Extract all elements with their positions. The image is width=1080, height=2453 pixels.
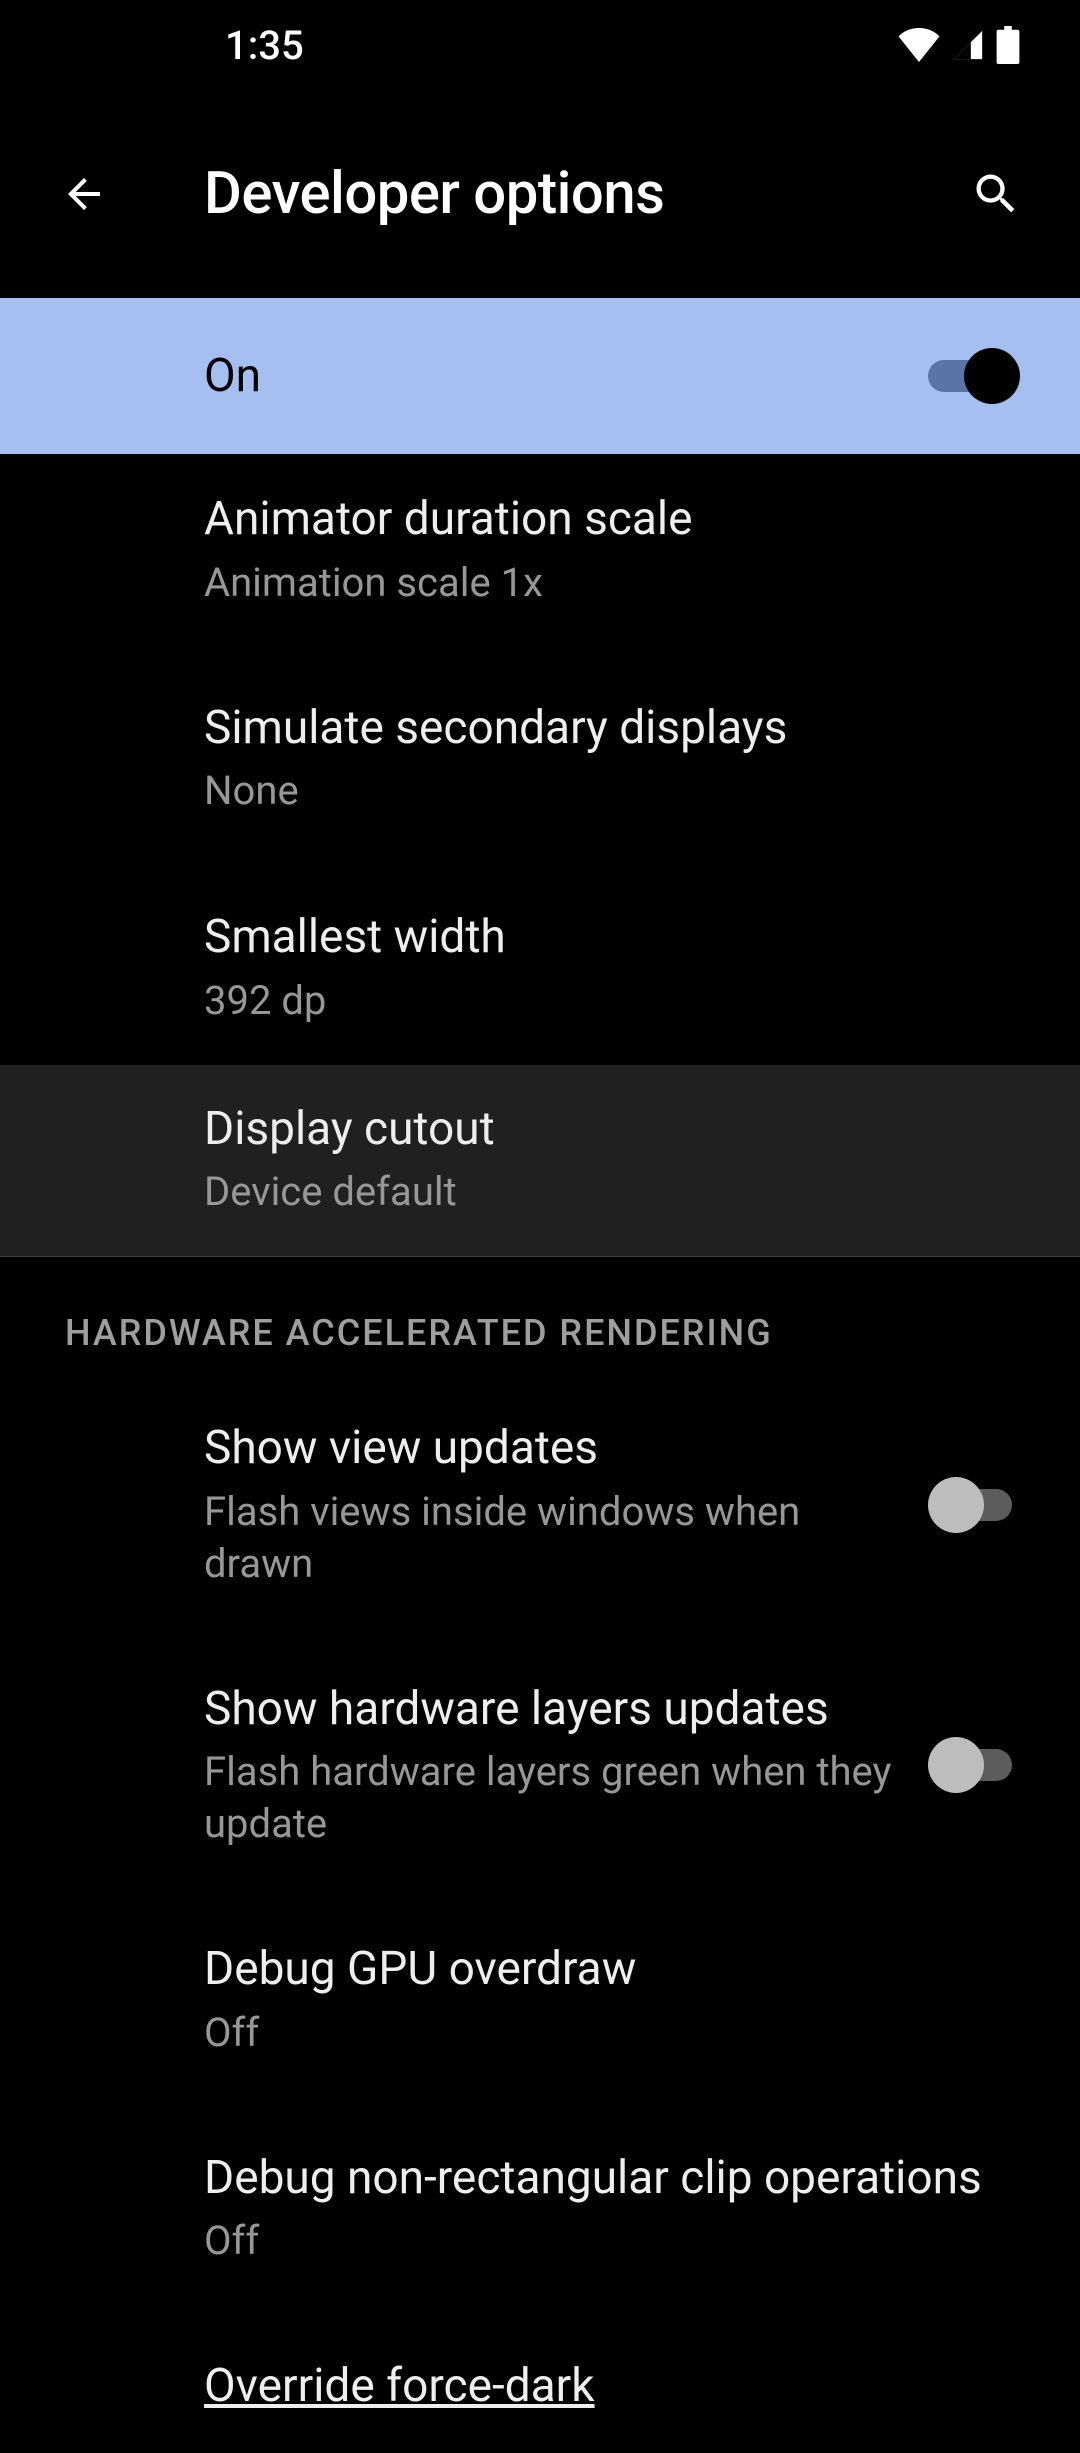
setting-title: Debug non-rectangular clip operations (204, 2150, 1024, 2208)
setting-title: Debug GPU overdraw (204, 1941, 1024, 1999)
setting-debug-gpu-overdraw[interactable]: Debug GPU overdraw Off (0, 1887, 1080, 2096)
setting-animator-duration-scale[interactable]: Animator duration scale Animation scale … (0, 454, 1080, 646)
status-icons (898, 26, 1020, 64)
search-icon (970, 168, 1022, 220)
setting-title: Smallest width (204, 909, 1024, 967)
setting-subtitle: Device default (204, 1166, 1024, 1218)
battery-icon (996, 26, 1020, 64)
toggle-show-view-updates[interactable] (928, 1477, 1024, 1533)
back-button[interactable] (54, 164, 114, 224)
setting-title: Show view updates (204, 1420, 898, 1478)
setting-subtitle: Off (204, 2007, 1024, 2059)
section-header-hardware-rendering: HARDWARE ACCELERATED RENDERING (0, 1257, 1080, 1390)
toggle-show-hardware-layers-updates[interactable] (928, 1737, 1024, 1793)
arrow-back-icon (60, 170, 108, 218)
setting-show-view-updates[interactable]: Show view updates Flash views inside win… (0, 1390, 1080, 1627)
wifi-icon (898, 28, 940, 62)
setting-display-cutout[interactable]: Display cutout Device default (0, 1065, 1080, 1258)
setting-smallest-width[interactable]: Smallest width 392 dp (0, 855, 1080, 1065)
setting-simulate-secondary-displays[interactable]: Simulate secondary displays None (0, 646, 1080, 856)
settings-list: Animator duration scale Animation scale … (0, 454, 1080, 2453)
app-bar: Developer options (0, 90, 1080, 298)
setting-subtitle: None (204, 765, 1024, 817)
setting-title: Show hardware layers updates (204, 1681, 898, 1739)
search-button[interactable] (966, 164, 1026, 224)
setting-override-force-dark[interactable]: Override force-dark (0, 2304, 1080, 2453)
setting-title: Simulate secondary displays (204, 700, 1024, 758)
master-toggle-row[interactable]: On (0, 298, 1080, 454)
master-toggle-label: On (204, 349, 261, 403)
setting-subtitle: Flash views inside windows when drawn (204, 1486, 898, 1590)
setting-subtitle: Off (204, 2215, 1024, 2267)
status-time: 1:35 (225, 22, 304, 69)
setting-subtitle: Flash hardware layers green when they up… (204, 1746, 898, 1850)
page-title: Developer options (204, 160, 966, 228)
master-toggle-switch[interactable] (928, 348, 1024, 404)
setting-subtitle: Animation scale 1x (204, 557, 1024, 609)
setting-title: Override force-dark (204, 2358, 1024, 2416)
setting-show-hardware-layers-updates[interactable]: Show hardware layers updates Flash hardw… (0, 1627, 1080, 1888)
setting-debug-non-rectangular-clip[interactable]: Debug non-rectangular clip operations Of… (0, 2096, 1080, 2305)
setting-title: Animator duration scale (204, 491, 1024, 549)
status-bar: 1:35 (0, 0, 1080, 90)
setting-title: Display cutout (204, 1101, 1024, 1159)
setting-subtitle: 392 dp (204, 975, 1024, 1027)
cellular-icon (950, 28, 986, 62)
